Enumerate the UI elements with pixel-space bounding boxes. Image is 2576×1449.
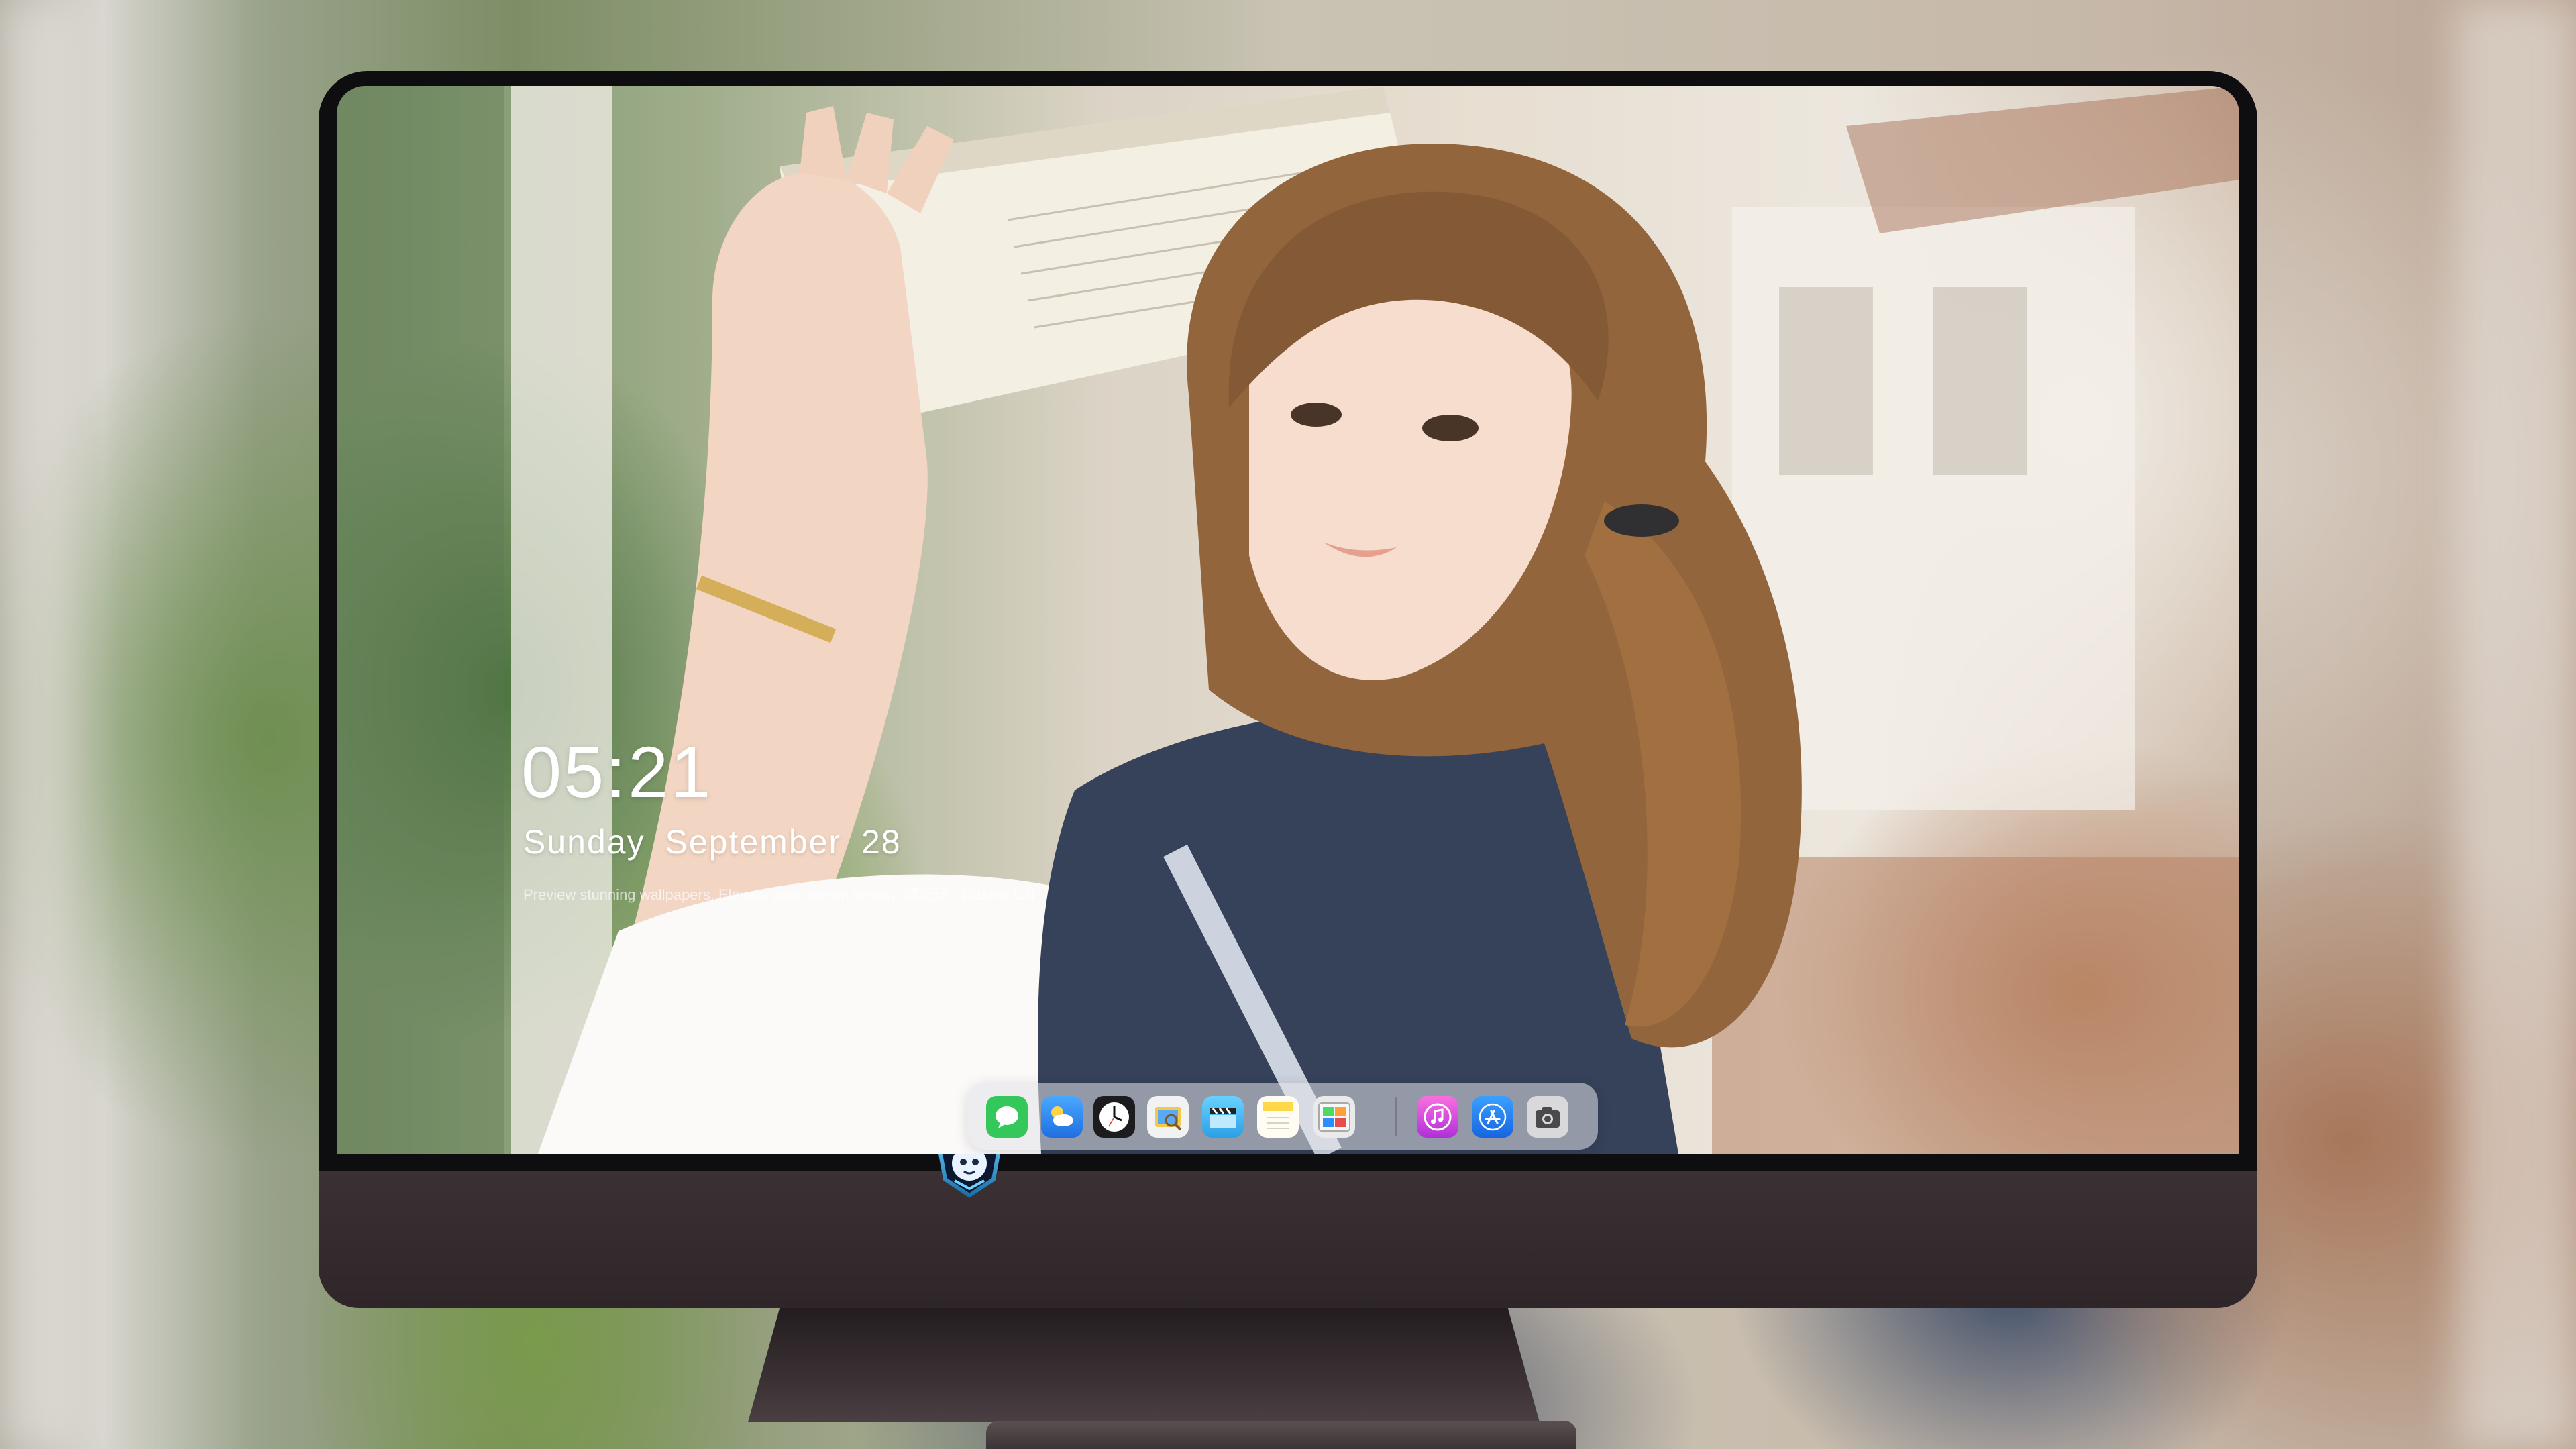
dock-separator (1395, 1097, 1397, 1136)
clock-time: 05:21 (521, 731, 713, 812)
wallpaper-tagline: Preview stunning wallpapers. Elevate you… (523, 886, 1035, 903)
weather-icon[interactable] (1041, 1096, 1083, 1138)
date-weekday: Sunday (523, 823, 645, 861)
clock-date: Sunday September 28 (523, 822, 911, 861)
monitor-stand (748, 1308, 1540, 1422)
photo-booth-icon[interactable] (1313, 1096, 1355, 1138)
date-day: 28 (861, 823, 902, 861)
messages-icon[interactable] (986, 1096, 1028, 1138)
video-editor-icon[interactable] (1202, 1096, 1244, 1138)
background-pillar (2455, 0, 2576, 1449)
preview-icon[interactable] (1147, 1096, 1189, 1138)
notes-icon[interactable] (1257, 1096, 1299, 1138)
wallpaper-photo (337, 86, 2239, 1154)
desktop-screen: 05:21 Sunday September 28 Preview stunni… (337, 86, 2239, 1154)
date-month: September (665, 823, 842, 861)
clock-icon[interactable] (1093, 1096, 1135, 1138)
background-pillar (0, 0, 80, 1449)
dock (967, 1083, 1598, 1150)
monitor-stand-base (986, 1421, 1576, 1449)
camera-icon[interactable] (1527, 1096, 1568, 1138)
monitor-chin (319, 1171, 2257, 1308)
app-store-icon[interactable] (1472, 1096, 1513, 1138)
music-icon[interactable] (1417, 1096, 1458, 1138)
